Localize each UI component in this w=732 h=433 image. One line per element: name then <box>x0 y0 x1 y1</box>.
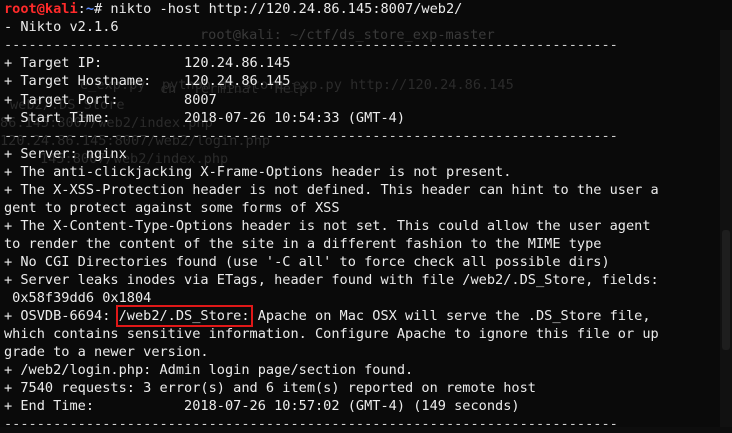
osvdb-description: Apache on Mac OSX will serve the .DS_Sto… <box>249 308 651 324</box>
target-ip: + Target IP: 120.24.86.145 <box>4 55 291 71</box>
cgi-line: + No CGI Directories found (use '-C all'… <box>4 254 610 270</box>
separator-line: ----------------------------------------… <box>4 416 618 432</box>
osvdb-prefix: + OSVDB-6694: <box>4 308 119 324</box>
prompt-path: ~ <box>85 1 95 17</box>
xss-line-wrap: gent to protect against some forms of XS… <box>4 200 340 216</box>
login-line: + /web2/login.php: Admin login page/sect… <box>4 362 414 378</box>
server-line: + Server: nginx <box>4 146 127 162</box>
prompt-line: root@kali:~# nikto -host http://120.24.8… <box>4 0 462 18</box>
osvdb-line: + OSVDB-6694: /web2/.DS_Store: Apache on… <box>4 305 651 327</box>
separator-line: ----------------------------------------… <box>4 37 618 53</box>
inodes-line: + Server leaks inodes via ETags, header … <box>4 272 659 288</box>
target-hostname: + Target Hostname: 120.24.86.145 <box>4 73 291 89</box>
osvdb-line-wrap: grade to a newer version. <box>4 344 209 360</box>
scrollbar-thumb[interactable] <box>722 230 730 350</box>
scrollbar[interactable] <box>720 30 732 427</box>
end-time: + End Time: 2018-07-26 10:57:02 (GMT-4) … <box>4 398 520 414</box>
xss-line: + The X-XSS-Protection header is not def… <box>4 182 659 198</box>
nikto-version: - Nikto v2.1.6 <box>4 19 119 35</box>
target-port: + Target Port: 8007 <box>4 92 217 108</box>
start-time: + Start Time: 2018-07-26 10:54:33 (GMT-4… <box>4 110 406 126</box>
clickjacking-line: + The anti-clickjacking X-Frame-Options … <box>4 164 512 180</box>
prompt-user: root@kali <box>4 1 78 17</box>
prompt-symbol: # <box>94 1 111 17</box>
requests-line: + 7540 requests: 3 error(s) and 6 item(s… <box>4 380 536 396</box>
terminal-window[interactable]: root@kali: ~/ctf/ds_store_exp-master ch … <box>0 0 732 432</box>
osvdb-line-wrap: which contains sensitive information. Co… <box>4 326 659 342</box>
inodes-line-wrap: 0x58f39dd6 0x1804 <box>4 290 152 306</box>
separator-line: ----------------------------------------… <box>4 128 618 144</box>
command-text: nikto -host http://120.24.86.145:8007/we… <box>110 1 463 17</box>
prompt-separator: : <box>77 1 86 17</box>
content-type-line-wrap: to render the content of the site in a d… <box>4 236 602 252</box>
content-type-line: + The X-Content-Type-Options header is n… <box>4 218 651 234</box>
ds-store-path-highlight: /web2/.DS_Store: <box>115 305 253 327</box>
